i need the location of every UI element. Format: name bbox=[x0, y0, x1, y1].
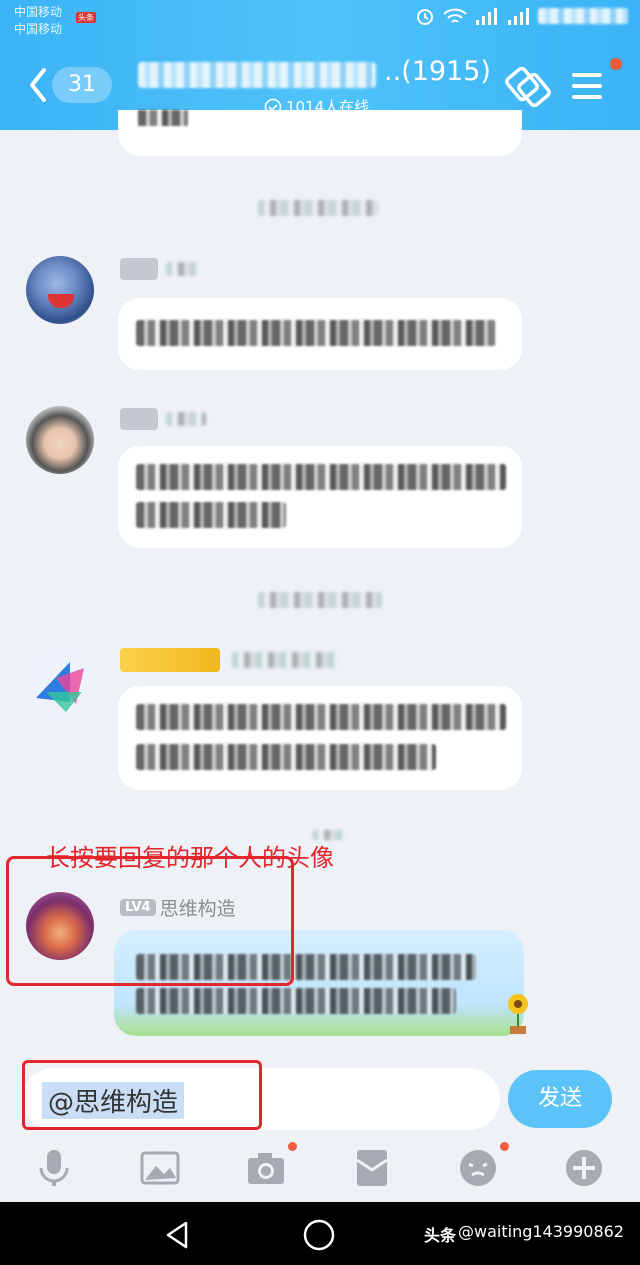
chat-message-list[interactable]: 长按要回复的那个人的头像 LV4 思维构造 bbox=[0, 110, 640, 1050]
nav-back-icon[interactable] bbox=[162, 1220, 192, 1250]
annotation-input-box bbox=[22, 1060, 262, 1130]
annotation-highlight-box bbox=[6, 856, 294, 986]
avatar[interactable] bbox=[26, 256, 94, 324]
message-text-redacted bbox=[138, 110, 188, 126]
watermark-handle: @waiting143990862 bbox=[458, 1222, 624, 1241]
message-text-redacted-2 bbox=[136, 502, 286, 528]
avatar[interactable] bbox=[26, 648, 94, 716]
group-name-redacted bbox=[138, 62, 376, 88]
sender-name-redacted bbox=[166, 262, 200, 276]
message-text-redacted-2 bbox=[136, 988, 456, 1014]
emoji-icon[interactable] bbox=[458, 1148, 498, 1188]
plus-icon[interactable] bbox=[564, 1148, 604, 1188]
camera-icon[interactable] bbox=[246, 1148, 286, 1188]
system-nav-bar: 头条 @waiting143990862 bbox=[0, 1202, 640, 1265]
member-tag-redacted bbox=[120, 408, 158, 430]
signal-icon bbox=[476, 8, 497, 25]
group-member-count: ..(1915) bbox=[384, 56, 491, 87]
input-toolbar bbox=[0, 1140, 640, 1202]
menu-icon[interactable] bbox=[568, 70, 608, 102]
message-bubble[interactable] bbox=[118, 298, 522, 370]
watermark: 头条 @waiting143990862 bbox=[424, 1222, 624, 1246]
send-button[interactable]: 发送 bbox=[508, 1070, 612, 1128]
member-tag-redacted bbox=[120, 648, 220, 672]
alarm-icon bbox=[417, 9, 433, 25]
group-exchange-icon[interactable] bbox=[505, 65, 551, 107]
sender-name-redacted bbox=[166, 412, 206, 426]
time-separator bbox=[258, 200, 378, 216]
signal-icon-2 bbox=[508, 8, 529, 25]
image-icon[interactable] bbox=[140, 1148, 180, 1188]
time-separator bbox=[258, 592, 382, 608]
sender-name-redacted bbox=[232, 652, 340, 668]
wifi-icon bbox=[443, 8, 467, 23]
camera-notification-dot bbox=[288, 1142, 297, 1151]
sunflower-icon bbox=[508, 994, 528, 1034]
carrier-label-2: 中国移动 bbox=[14, 22, 63, 36]
avatar-detail bbox=[48, 294, 74, 308]
message-text-redacted-2 bbox=[136, 744, 436, 770]
member-tag-redacted bbox=[120, 258, 158, 280]
status-icons bbox=[414, 6, 628, 26]
red-packet-icon[interactable] bbox=[352, 1148, 392, 1188]
input-bar: @思维构造 发送 bbox=[0, 1050, 640, 1140]
menu-notification-dot bbox=[610, 58, 622, 70]
avatar-logo bbox=[36, 662, 84, 712]
toutiao-badge: 头条 bbox=[76, 12, 96, 23]
status-redacted bbox=[538, 8, 628, 24]
message-bubble[interactable] bbox=[118, 686, 522, 790]
message-bubble[interactable] bbox=[118, 446, 522, 548]
emoji-notification-dot bbox=[500, 1142, 509, 1151]
watermark-brand: 头条 bbox=[424, 1226, 457, 1245]
message-bubble-partial[interactable] bbox=[118, 110, 522, 156]
carrier-label: 中国移动 bbox=[14, 5, 63, 19]
microphone-icon[interactable] bbox=[34, 1148, 74, 1188]
nav-home-icon[interactable] bbox=[302, 1218, 336, 1252]
message-text-redacted bbox=[136, 464, 506, 490]
back-chevron-icon[interactable] bbox=[28, 68, 48, 102]
message-text-redacted bbox=[136, 320, 496, 346]
unread-count-badge[interactable]: 31 bbox=[52, 67, 112, 103]
message-text-redacted bbox=[136, 704, 506, 730]
avatar[interactable] bbox=[26, 406, 94, 474]
